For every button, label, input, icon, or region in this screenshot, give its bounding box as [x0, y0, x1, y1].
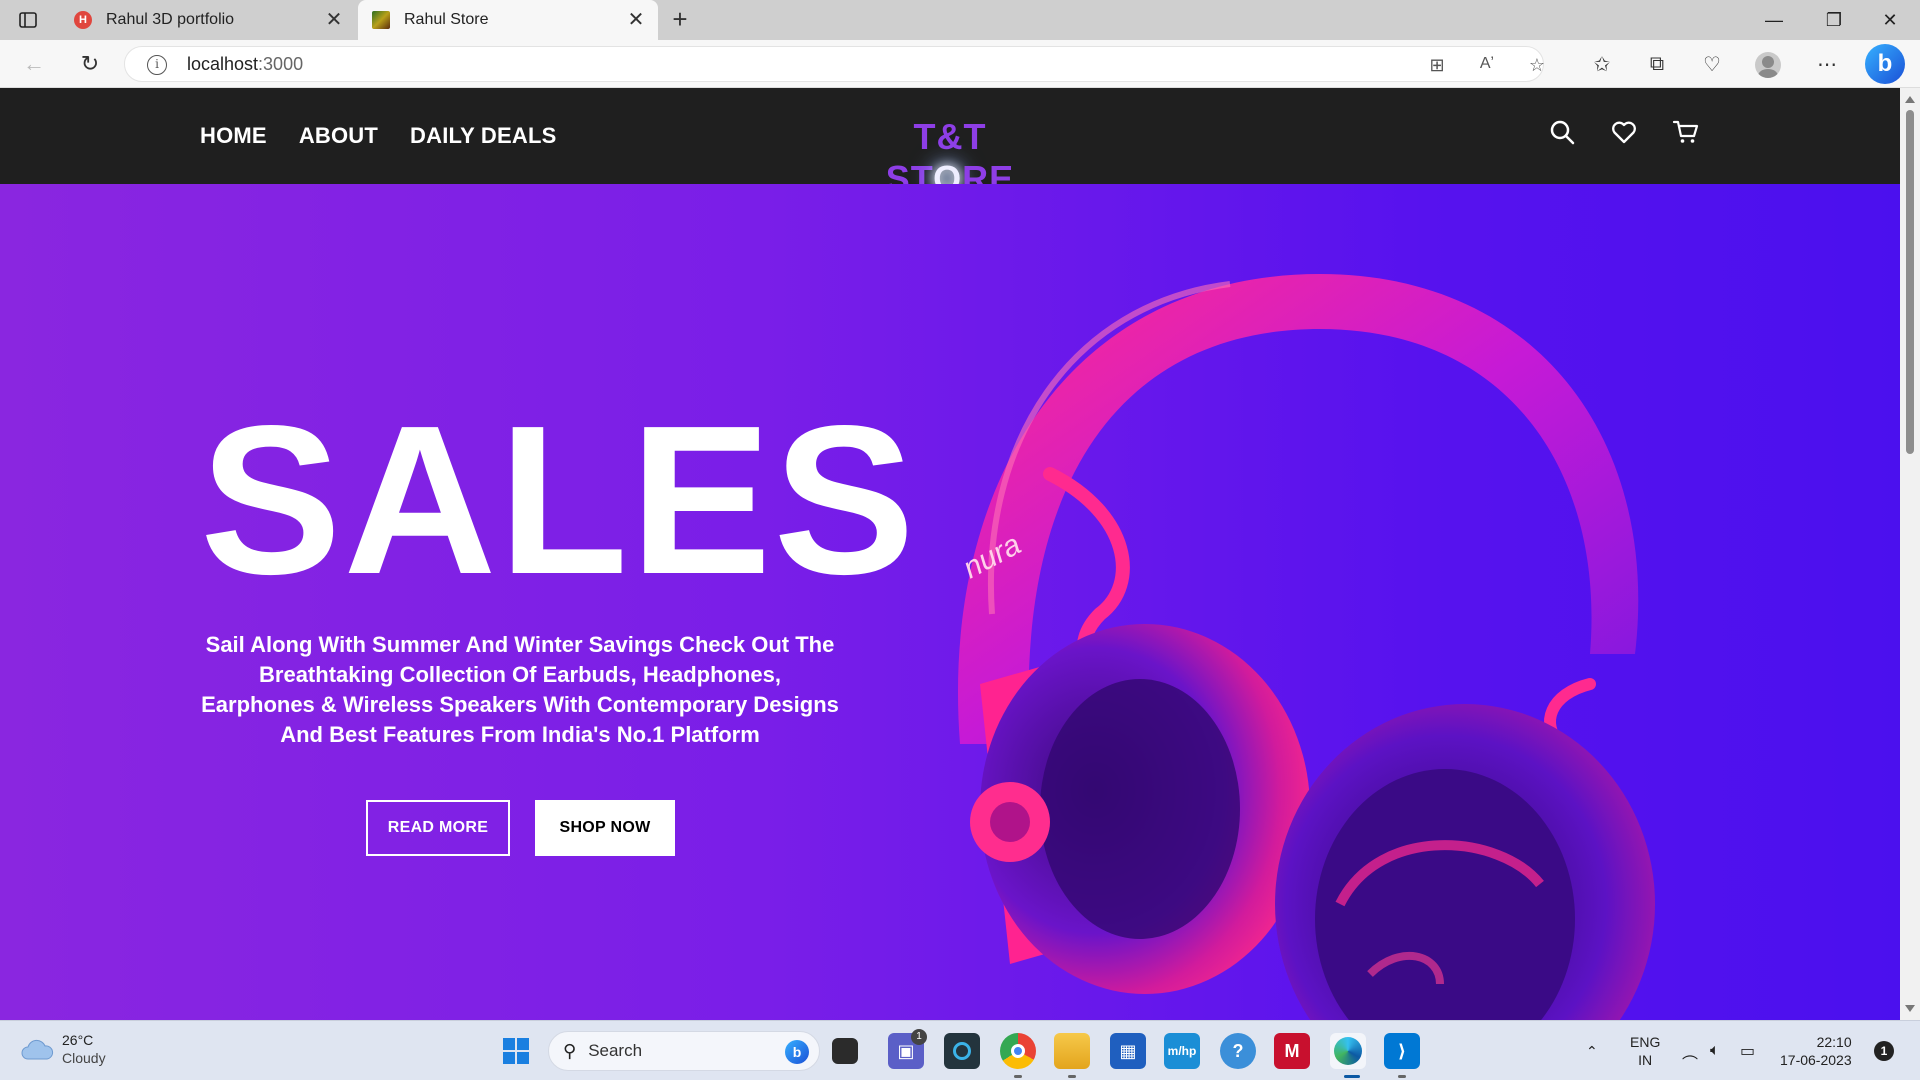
vscode-running-dot	[1398, 1075, 1406, 1078]
show-hidden-icons-icon[interactable]: ⌃	[1586, 1021, 1598, 1081]
close-tab-icon[interactable]: ✕	[320, 6, 348, 34]
tab-portfolio[interactable]: H Rahul 3D portfolio ✕	[60, 0, 356, 40]
weather-condition: Cloudy	[62, 1050, 106, 1066]
weather-temp: 26°C	[62, 1032, 94, 1048]
portfolio-favicon-icon: H	[74, 11, 92, 29]
teams-badge: 1	[911, 1029, 927, 1045]
headphones-image: nura	[958, 274, 1655, 1020]
file-explorer-icon[interactable]	[1054, 1033, 1090, 1069]
restore-button[interactable]: ❐	[1806, 0, 1862, 40]
refresh-button[interactable]: ↻	[72, 48, 108, 80]
bing-copilot-icon[interactable]: b	[1865, 44, 1905, 84]
cart-icon[interactable]	[1670, 112, 1702, 152]
wifi-icon[interactable]: ︵	[1682, 1021, 1698, 1081]
tab-actions-icon[interactable]	[18, 10, 42, 30]
new-tab-button[interactable]: +	[664, 6, 696, 34]
address-bar: ← ↻ i localhost:3000 ⊞ Aʼ ☆ ✩ ⧉ ♡ ⋯ b	[0, 40, 1920, 88]
favorites-icon[interactable]: ✩	[1585, 48, 1619, 80]
notification-badge[interactable]: 1	[1874, 1041, 1894, 1061]
windows-taskbar: 26°C Cloudy ⚲ Search b ▣ 1 ▦ m/hp ? M ⟩ …	[0, 1020, 1920, 1080]
web-page: HOME ABOUT DAILY DEALS T&T STORE SALES S…	[0, 88, 1900, 1020]
task-view-icon[interactable]	[832, 1038, 858, 1064]
weather-widget[interactable]: 26°C Cloudy	[20, 1031, 106, 1067]
windows-start-icon[interactable]	[498, 1033, 534, 1069]
tab-store[interactable]: Rahul Store ✕	[358, 0, 658, 40]
search-label: Search	[588, 1041, 643, 1060]
cortana-icon[interactable]	[944, 1033, 980, 1069]
tab-title: Rahul Store	[404, 11, 489, 28]
clock[interactable]: 22:10 17-06-2023	[1780, 1021, 1852, 1081]
bing-search-icon: b	[785, 1040, 809, 1064]
scroll-thumb[interactable]	[1906, 110, 1914, 454]
vscode-icon[interactable]: ⟩	[1384, 1033, 1420, 1069]
close-window-button[interactable]: ✕	[1862, 0, 1918, 40]
url-text: localhost:3000	[187, 54, 304, 74]
hero-banner: SALES Sail Along With Summer And Winter …	[0, 184, 1900, 1020]
header-actions	[1546, 112, 1702, 152]
heart-icon[interactable]	[1608, 112, 1640, 152]
hero-title: SALES	[200, 381, 917, 618]
close-tab-icon[interactable]: ✕	[622, 6, 650, 34]
read-more-button[interactable]: READ MORE	[366, 800, 510, 856]
nav-deals-link[interactable]: DAILY DEALS	[410, 123, 556, 149]
site-header: HOME ABOUT DAILY DEALS T&T STORE	[0, 88, 1900, 199]
language-indicator[interactable]: ENG IN	[1630, 1021, 1660, 1081]
battery-icon[interactable]: ▭	[1740, 1021, 1755, 1081]
minimize-button[interactable]: —	[1746, 0, 1802, 40]
url-field[interactable]: i localhost:3000 ⊞ Aʼ ☆	[124, 46, 1545, 82]
main-menu: HOME ABOUT DAILY DEALS	[200, 88, 557, 184]
scroll-up-icon[interactable]	[1905, 96, 1915, 103]
store-favicon-icon	[372, 11, 390, 29]
read-aloud-icon[interactable]: Aʼ	[1475, 55, 1499, 77]
site-info-icon[interactable]: i	[147, 55, 167, 75]
cloud-icon	[21, 1039, 53, 1060]
store-icon[interactable]: ▦	[1110, 1033, 1146, 1069]
edge-icon[interactable]	[1330, 1033, 1366, 1069]
nav-home-link[interactable]: HOME	[200, 123, 267, 149]
help-icon[interactable]: ?	[1220, 1033, 1256, 1069]
favorite-star-icon[interactable]: ☆	[1525, 55, 1549, 77]
app-available-icon[interactable]: ⊞	[1425, 55, 1449, 77]
mcafee-icon[interactable]: M	[1274, 1033, 1310, 1069]
myhp-icon[interactable]: m/hp	[1164, 1033, 1200, 1069]
tab-title: Rahul 3D portfolio	[106, 11, 235, 28]
chrome-icon[interactable]	[1000, 1033, 1036, 1069]
nav-about-link[interactable]: ABOUT	[299, 123, 378, 149]
collections-icon[interactable]: ⧉	[1640, 48, 1674, 80]
browser-tab-strip: H Rahul 3D portfolio ✕ Rahul Store ✕ + —…	[0, 0, 1920, 40]
page-scrollbar[interactable]	[1900, 88, 1920, 1020]
shop-now-button[interactable]: SHOP NOW	[535, 800, 675, 856]
chrome-running-dot	[1014, 1075, 1022, 1078]
scroll-down-icon[interactable]	[1905, 1005, 1915, 1012]
hero-description: Sail Along With Summer And Winter Saving…	[201, 632, 839, 747]
browser-essentials-icon[interactable]: ♡	[1695, 48, 1729, 80]
more-options-icon[interactable]: ⋯	[1810, 48, 1844, 80]
volume-icon[interactable]: 🔈︎	[1710, 1021, 1720, 1081]
back-button[interactable]: ←	[16, 48, 52, 80]
edge-active-indicator	[1344, 1075, 1360, 1078]
taskbar-search[interactable]: ⚲ Search b	[548, 1031, 820, 1071]
search-icon: ⚲	[563, 1040, 577, 1061]
search-icon[interactable]	[1546, 112, 1578, 152]
profile-avatar[interactable]	[1755, 52, 1781, 78]
explorer-running-dot	[1068, 1075, 1076, 1078]
